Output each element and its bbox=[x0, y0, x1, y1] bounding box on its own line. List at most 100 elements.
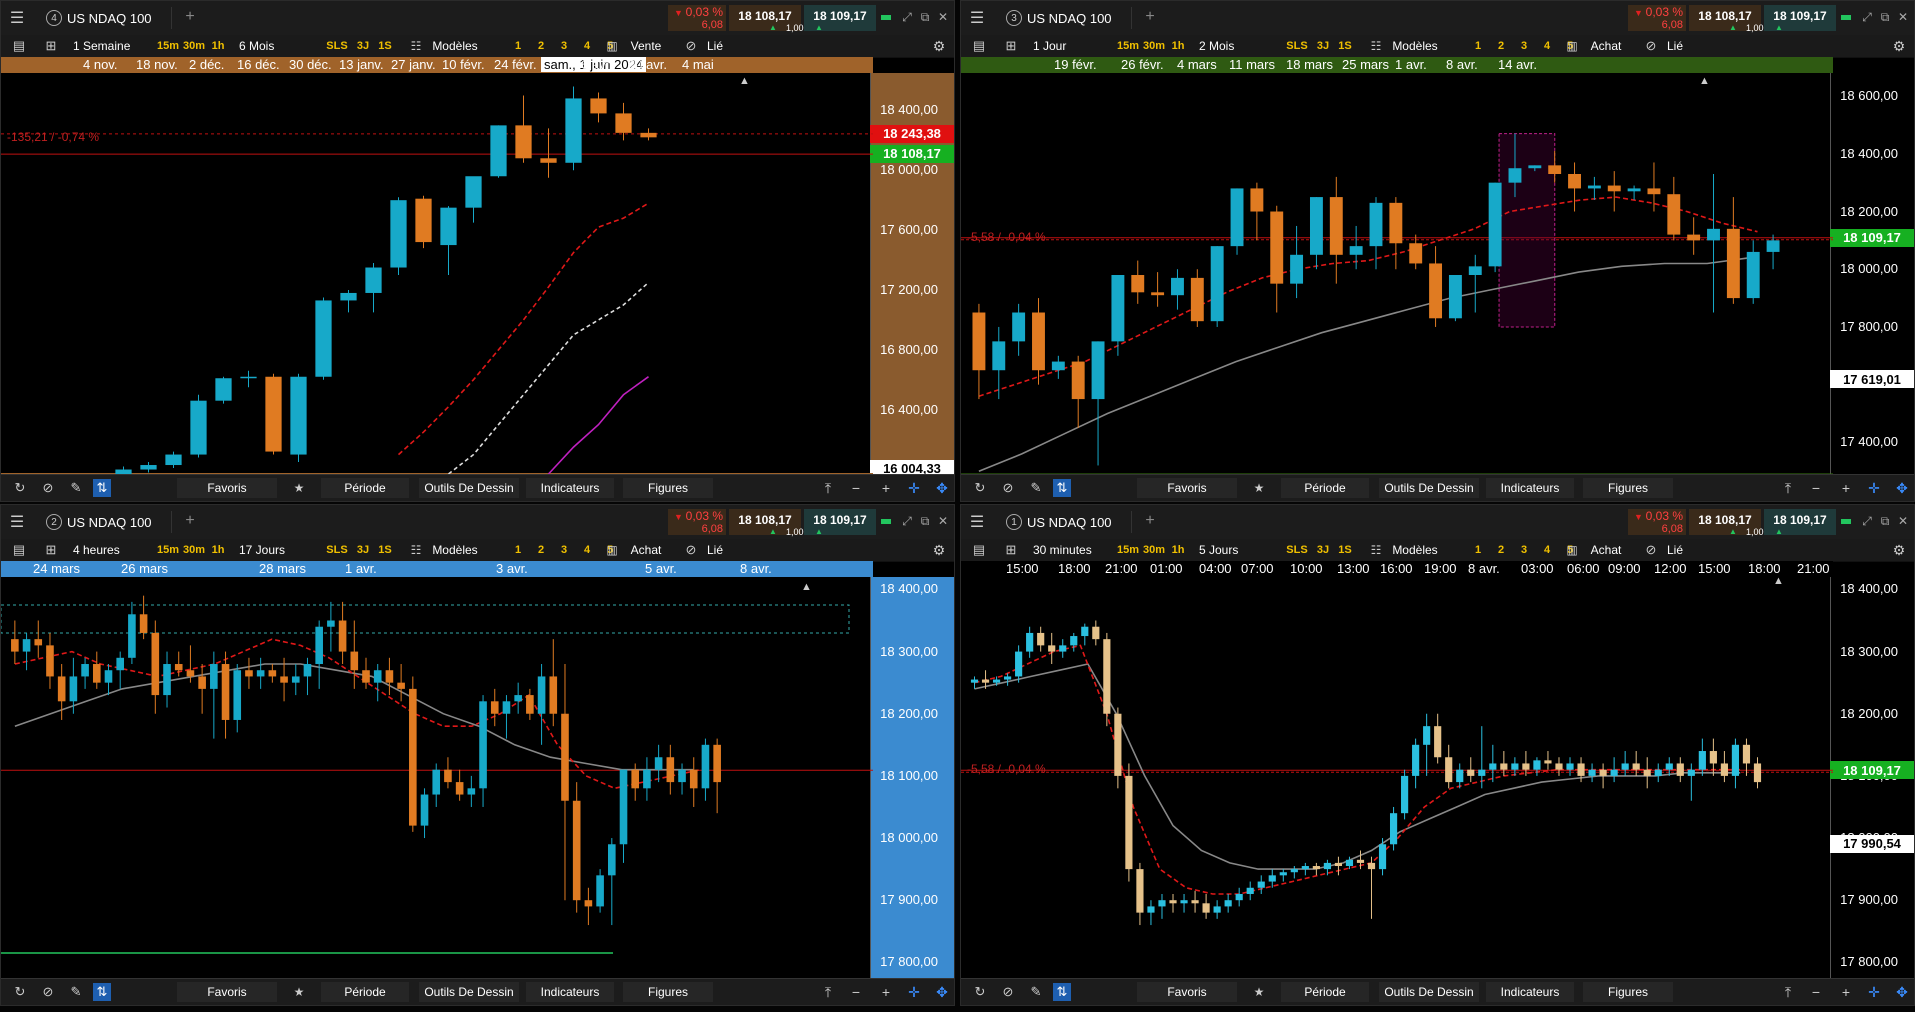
figures-button[interactable]: Figures bbox=[1583, 982, 1673, 1002]
layout-preset-3-button[interactable]: 3 bbox=[1515, 541, 1533, 559]
linked-toggle[interactable]: Lié bbox=[1661, 37, 1689, 55]
add-tab-icon[interactable]: + bbox=[181, 8, 199, 26]
indicateurs-button[interactable]: Indicateurs bbox=[1486, 982, 1574, 1002]
link-icon[interactable]: ⊘ bbox=[1644, 542, 1658, 558]
favoris-button[interactable]: Favoris bbox=[1137, 982, 1237, 1002]
add-tab-icon[interactable]: + bbox=[1141, 512, 1159, 530]
layout-preset-3-button[interactable]: 3 bbox=[555, 541, 573, 559]
preset-d3-button[interactable]: 3J bbox=[352, 541, 374, 559]
preset-sls-button[interactable]: SLS bbox=[326, 541, 348, 559]
candlestick-chart[interactable] bbox=[1, 577, 873, 981]
refresh-icon[interactable]: ↻ bbox=[971, 479, 989, 497]
layout-preset-4-button[interactable]: 4 bbox=[578, 541, 596, 559]
layout-grid-icon[interactable]: ⊞ bbox=[43, 542, 59, 558]
interval-1h-button[interactable]: 1h bbox=[1169, 541, 1187, 559]
models-button[interactable]: Modèles bbox=[1387, 541, 1443, 559]
crosshair-icon[interactable]: ✛ bbox=[905, 479, 923, 497]
star-icon[interactable]: ★ bbox=[291, 479, 307, 497]
favoris-button[interactable]: Favoris bbox=[1137, 478, 1237, 498]
preset-d3-button[interactable]: 3J bbox=[352, 37, 374, 55]
preset-s1-button[interactable]: 1S bbox=[374, 37, 396, 55]
favoris-button[interactable]: Favoris bbox=[177, 982, 277, 1002]
chart-type-icon[interactable]: ▥ bbox=[605, 542, 619, 558]
figures-button[interactable]: Figures bbox=[623, 982, 713, 1002]
interval-30m-button[interactable]: 30m bbox=[1141, 37, 1167, 55]
crosshair-icon[interactable]: ✛ bbox=[1865, 479, 1883, 497]
interval-30m-button[interactable]: 30m bbox=[181, 37, 207, 55]
trade-side-button[interactable]: Achat bbox=[1583, 37, 1629, 55]
layout-preset-2-button[interactable]: 2 bbox=[1492, 541, 1510, 559]
interval-selector[interactable]: 1 Jour bbox=[1033, 37, 1111, 55]
candlestick-chart[interactable] bbox=[1, 73, 873, 480]
interval-selector[interactable]: 30 minutes bbox=[1033, 541, 1111, 559]
interval-15m-button[interactable]: 15m bbox=[157, 541, 179, 559]
refresh-icon[interactable]: ↻ bbox=[11, 479, 29, 497]
export-icon[interactable]: ⤒ bbox=[819, 479, 837, 497]
models-button[interactable]: Modèles bbox=[427, 541, 483, 559]
models-button[interactable]: Modèles bbox=[1387, 37, 1443, 55]
symbol-name[interactable]: US NDAQ 100 bbox=[67, 11, 152, 26]
export-icon[interactable]: ⤒ bbox=[819, 983, 837, 1001]
refresh-icon[interactable]: ↻ bbox=[11, 983, 29, 1001]
candlestick-chart[interactable] bbox=[961, 577, 1833, 981]
sort-icon[interactable]: ⇅ bbox=[1053, 983, 1071, 1001]
export-icon[interactable]: ⤒ bbox=[1779, 479, 1797, 497]
range-selector[interactable]: 2 Mois bbox=[1199, 37, 1259, 55]
outils-button[interactable]: Outils De Dessin bbox=[1379, 982, 1479, 1002]
settings-gear-icon[interactable]: ⚙ bbox=[1891, 542, 1907, 558]
star-icon[interactable]: ★ bbox=[1251, 983, 1267, 1001]
range-selector[interactable]: 17 Jours bbox=[239, 541, 299, 559]
pencil-icon[interactable]: ✎ bbox=[1027, 983, 1045, 1001]
close-icon[interactable]: ✕ bbox=[935, 513, 951, 529]
zoom-in-icon[interactable]: + bbox=[877, 479, 895, 497]
outils-button[interactable]: Outils De Dessin bbox=[419, 478, 519, 498]
linked-toggle[interactable]: Lié bbox=[1661, 541, 1689, 559]
models-button[interactable]: Modèles bbox=[427, 37, 483, 55]
interval-15m-button[interactable]: 15m bbox=[1117, 541, 1139, 559]
settings-gear-icon[interactable]: ⚙ bbox=[931, 542, 947, 558]
layout-preset-1-button[interactable]: 1 bbox=[1469, 541, 1487, 559]
sort-icon[interactable]: ⇅ bbox=[93, 479, 111, 497]
sort-icon[interactable]: ⇅ bbox=[93, 983, 111, 1001]
chart-type-icon[interactable]: ▥ bbox=[605, 38, 619, 54]
layout-grid-icon[interactable]: ⊞ bbox=[1003, 38, 1019, 54]
preset-s1-button[interactable]: 1S bbox=[374, 541, 396, 559]
interval-30m-button[interactable]: 30m bbox=[181, 541, 207, 559]
chart-type-icon[interactable]: ▥ bbox=[1565, 542, 1579, 558]
periode-button[interactable]: Période bbox=[1281, 982, 1369, 1002]
hide-icon[interactable]: ⊘ bbox=[999, 479, 1017, 497]
indicateurs-button[interactable]: Indicateurs bbox=[1486, 478, 1574, 498]
fit-icon[interactable]: ✥ bbox=[1893, 983, 1911, 1001]
zoom-in-icon[interactable]: + bbox=[877, 983, 895, 1001]
outils-button[interactable]: Outils De Dessin bbox=[1379, 478, 1479, 498]
fit-icon[interactable]: ✥ bbox=[933, 983, 951, 1001]
zoom-in-icon[interactable]: + bbox=[1837, 479, 1855, 497]
popout-icon[interactable]: ⧉ bbox=[1877, 513, 1893, 529]
layout-preset-1-button[interactable]: 1 bbox=[1469, 37, 1487, 55]
layout-preset-4-button[interactable]: 4 bbox=[578, 37, 596, 55]
layout-preset-2-button[interactable]: 2 bbox=[532, 37, 550, 55]
layout-preset-4-button[interactable]: 4 bbox=[1538, 37, 1556, 55]
indicateurs-button[interactable]: Indicateurs bbox=[526, 982, 614, 1002]
interval-30m-button[interactable]: 30m bbox=[1141, 541, 1167, 559]
popout-icon[interactable]: ⧉ bbox=[1877, 9, 1893, 25]
pencil-icon[interactable]: ✎ bbox=[67, 983, 85, 1001]
zoom-out-icon[interactable]: − bbox=[1807, 983, 1825, 1001]
periode-button[interactable]: Période bbox=[321, 982, 409, 1002]
pencil-icon[interactable]: ✎ bbox=[1027, 479, 1045, 497]
list-icon[interactable]: ▤ bbox=[971, 542, 987, 558]
periode-button[interactable]: Période bbox=[1281, 478, 1369, 498]
interval-15m-button[interactable]: 15m bbox=[1117, 37, 1139, 55]
zoom-in-icon[interactable]: + bbox=[1837, 983, 1855, 1001]
trade-side-button[interactable]: Vente bbox=[623, 37, 669, 55]
add-tab-icon[interactable]: + bbox=[181, 512, 199, 530]
range-selector[interactable]: 5 Jours bbox=[1199, 541, 1259, 559]
linked-toggle[interactable]: Lié bbox=[701, 37, 729, 55]
models-icon[interactable]: ☷ bbox=[1369, 38, 1383, 54]
layout-preset-3-button[interactable]: 3 bbox=[1515, 37, 1533, 55]
layout-grid-icon[interactable]: ⊞ bbox=[43, 38, 59, 54]
models-icon[interactable]: ☷ bbox=[409, 38, 423, 54]
list-icon[interactable]: ▤ bbox=[11, 38, 27, 54]
add-tab-icon[interactable]: + bbox=[1141, 8, 1159, 26]
layout-grid-icon[interactable]: ⊞ bbox=[1003, 542, 1019, 558]
